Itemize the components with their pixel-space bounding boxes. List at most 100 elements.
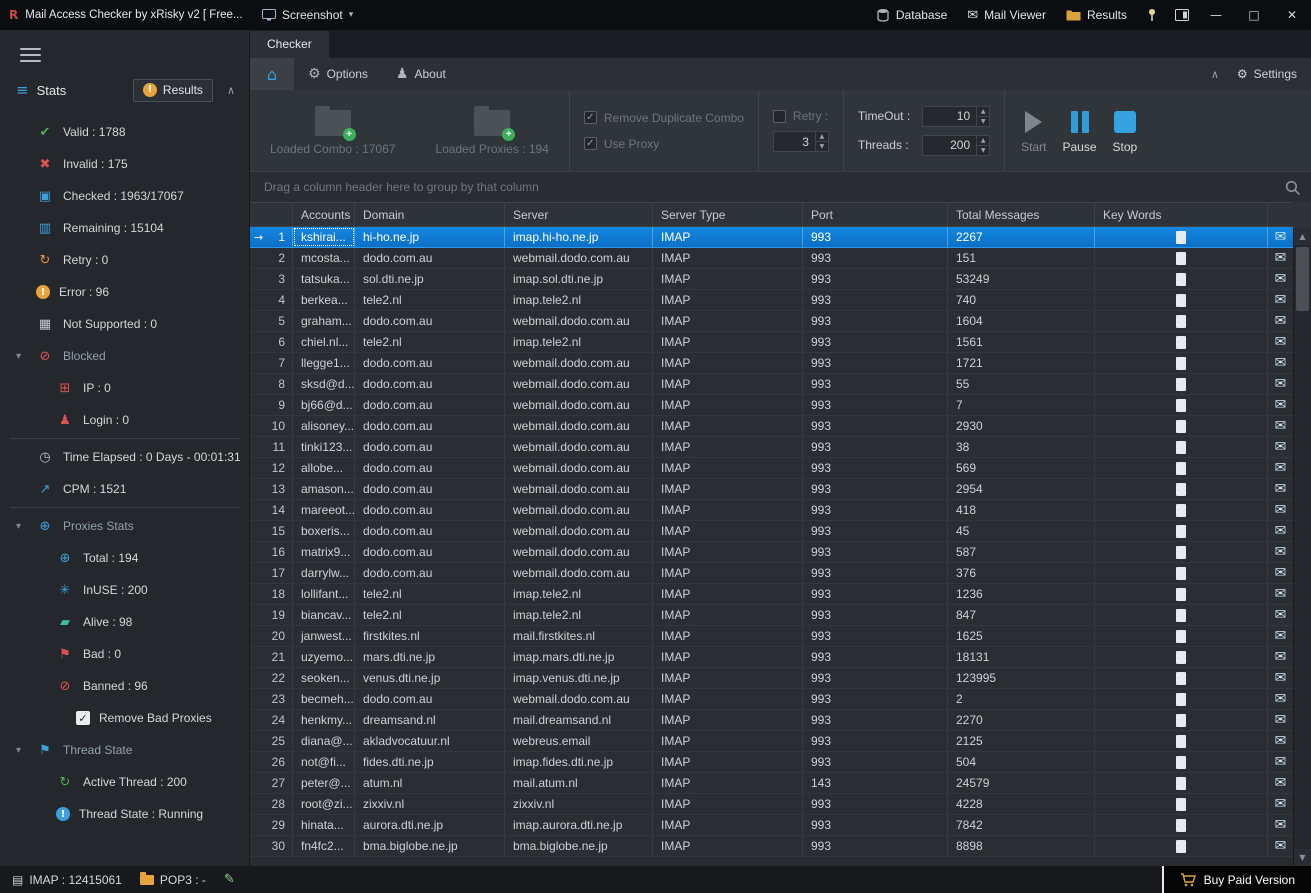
cell-total-messages[interactable]: 2267	[948, 227, 1095, 247]
cell-server[interactable]: webreus.email	[505, 731, 653, 751]
cell-mail[interactable]: ✉	[1268, 311, 1293, 331]
cell-accounts[interactable]: fn4fc2...	[293, 836, 355, 856]
sidebar-item[interactable]: ▾ ⊕ Total : 194	[0, 542, 249, 574]
cell-key-words[interactable]	[1095, 836, 1268, 856]
cell-port[interactable]: 993	[803, 458, 948, 478]
mail-icon[interactable]: ✉	[1275, 796, 1287, 812]
document-icon[interactable]	[1176, 714, 1186, 727]
cell-server[interactable]: imap.mars.dti.ne.jp	[505, 647, 653, 667]
mail-icon[interactable]: ✉	[1275, 250, 1287, 266]
cell-accounts[interactable]: janwest...	[293, 626, 355, 646]
cell-port[interactable]: 993	[803, 479, 948, 499]
cell-accounts[interactable]: kshirai...	[293, 227, 355, 247]
cell-port[interactable]: 993	[803, 731, 948, 751]
cell-server[interactable]: webmail.dodo.com.au	[505, 689, 653, 709]
mail-icon[interactable]: ✉	[1275, 502, 1287, 518]
cell-server[interactable]: webmail.dodo.com.au	[505, 374, 653, 394]
document-icon[interactable]	[1176, 756, 1186, 769]
cell-total-messages[interactable]: 1625	[948, 626, 1095, 646]
results-button[interactable]: Results	[1056, 0, 1137, 30]
cell-server[interactable]: mail.dreamsand.nl	[505, 710, 653, 730]
cell-accounts[interactable]: amason...	[293, 479, 355, 499]
table-row[interactable]: →30 fn4fc2... bma.biglobe.ne.jp bma.bigl…	[250, 836, 1293, 857]
table-row[interactable]: →5 graham... dodo.com.au webmail.dodo.co…	[250, 311, 1293, 332]
cell-server[interactable]: imap.tele2.nl	[505, 605, 653, 625]
collapse-sidebar-icon[interactable]: ∧	[227, 84, 235, 97]
table-row[interactable]: →4 berkea... tele2.nl imap.tele2.nl IMAP…	[250, 290, 1293, 311]
cell-mail[interactable]: ✉	[1268, 437, 1293, 457]
cell-key-words[interactable]	[1095, 353, 1268, 373]
cell-key-words[interactable]	[1095, 710, 1268, 730]
document-icon[interactable]	[1176, 588, 1186, 601]
table-row[interactable]: →10 alisoney... dodo.com.au webmail.dodo…	[250, 416, 1293, 437]
cell-port[interactable]: 993	[803, 332, 948, 352]
document-icon[interactable]	[1176, 798, 1186, 811]
cell-total-messages[interactable]: 2930	[948, 416, 1095, 436]
cell-port[interactable]: 143	[803, 773, 948, 793]
cell-accounts[interactable]: root@zi...	[293, 794, 355, 814]
cell-server[interactable]: imap.tele2.nl	[505, 332, 653, 352]
cell-total-messages[interactable]: 4228	[948, 794, 1095, 814]
cell-server-type[interactable]: IMAP	[653, 395, 803, 415]
mail-icon[interactable]: ✉	[1275, 565, 1287, 581]
sidebar-item[interactable]: ▾ ⊘ Banned : 96	[0, 670, 249, 702]
mail-icon[interactable]: ✉	[1275, 439, 1287, 455]
cell-server-type[interactable]: IMAP	[653, 626, 803, 646]
minimize-button[interactable]: —	[1197, 0, 1235, 30]
cell-accounts[interactable]: diana@...	[293, 731, 355, 751]
cell-key-words[interactable]	[1095, 290, 1268, 310]
cell-accounts[interactable]: not@fi...	[293, 752, 355, 772]
cell-domain[interactable]: akladvocatuur.nl	[355, 731, 505, 751]
cell-accounts[interactable]: sksd@d...	[293, 374, 355, 394]
document-icon[interactable]	[1176, 840, 1186, 853]
table-row[interactable]: →29 hinata... aurora.dti.ne.jp imap.auro…	[250, 815, 1293, 836]
document-icon[interactable]	[1176, 399, 1186, 412]
cell-key-words[interactable]	[1095, 605, 1268, 625]
mail-icon[interactable]: ✉	[1275, 775, 1287, 791]
cell-key-words[interactable]	[1095, 731, 1268, 751]
cell-server-type[interactable]: IMAP	[653, 416, 803, 436]
cell-server-type[interactable]: IMAP	[653, 374, 803, 394]
cell-mail[interactable]: ✉	[1268, 395, 1293, 415]
cell-total-messages[interactable]: 847	[948, 605, 1095, 625]
table-row[interactable]: →6 chiel.nl... tele2.nl imap.tele2.nl IM…	[250, 332, 1293, 353]
cell-port[interactable]: 993	[803, 626, 948, 646]
document-icon[interactable]	[1176, 483, 1186, 496]
scroll-track[interactable]	[1294, 245, 1311, 849]
cell-key-words[interactable]	[1095, 773, 1268, 793]
cell-server-type[interactable]: IMAP	[653, 668, 803, 688]
cell-server-type[interactable]: IMAP	[653, 584, 803, 604]
cell-key-words[interactable]	[1095, 311, 1268, 331]
cell-total-messages[interactable]: 740	[948, 290, 1095, 310]
cell-total-messages[interactable]: 38	[948, 437, 1095, 457]
pause-button[interactable]: Pause	[1063, 108, 1097, 154]
cell-key-words[interactable]	[1095, 689, 1268, 709]
sidebar-item[interactable]: ▾ ! Thread State : Running	[0, 798, 249, 830]
cell-key-words[interactable]	[1095, 794, 1268, 814]
cell-accounts[interactable]: hinata...	[293, 815, 355, 835]
cell-port[interactable]: 993	[803, 416, 948, 436]
cell-port[interactable]: 993	[803, 248, 948, 268]
column-header-domain[interactable]: Domain	[355, 203, 505, 226]
sidebar-item[interactable]: ▾ ↗ CPM : 1521	[0, 473, 249, 505]
cell-server[interactable]: webmail.dodo.com.au	[505, 521, 653, 541]
table-row[interactable]: →11 tinki123... dodo.com.au webmail.dodo…	[250, 437, 1293, 458]
cell-domain[interactable]: aurora.dti.ne.jp	[355, 815, 505, 835]
document-icon[interactable]	[1176, 462, 1186, 475]
cell-server[interactable]: webmail.dodo.com.au	[505, 479, 653, 499]
cell-accounts[interactable]: biancav...	[293, 605, 355, 625]
cell-port[interactable]: 993	[803, 521, 948, 541]
cell-port[interactable]: 993	[803, 815, 948, 835]
cell-mail[interactable]: ✉	[1268, 374, 1293, 394]
cell-domain[interactable]: sol.dti.ne.jp	[355, 269, 505, 289]
cell-server-type[interactable]: IMAP	[653, 689, 803, 709]
cell-port[interactable]: 993	[803, 290, 948, 310]
mail-icon[interactable]: ✉	[1275, 334, 1287, 350]
sidebar-item[interactable]: ▾ ↻ Retry : 0	[0, 244, 249, 276]
mail-viewer-button[interactable]: ✉ Mail Viewer	[957, 0, 1056, 30]
cell-server[interactable]: webmail.dodo.com.au	[505, 437, 653, 457]
document-icon[interactable]	[1176, 525, 1186, 538]
panel-layout-button[interactable]	[1167, 0, 1197, 30]
cell-key-words[interactable]	[1095, 458, 1268, 478]
cell-domain[interactable]: hi-ho.ne.jp	[355, 227, 505, 247]
